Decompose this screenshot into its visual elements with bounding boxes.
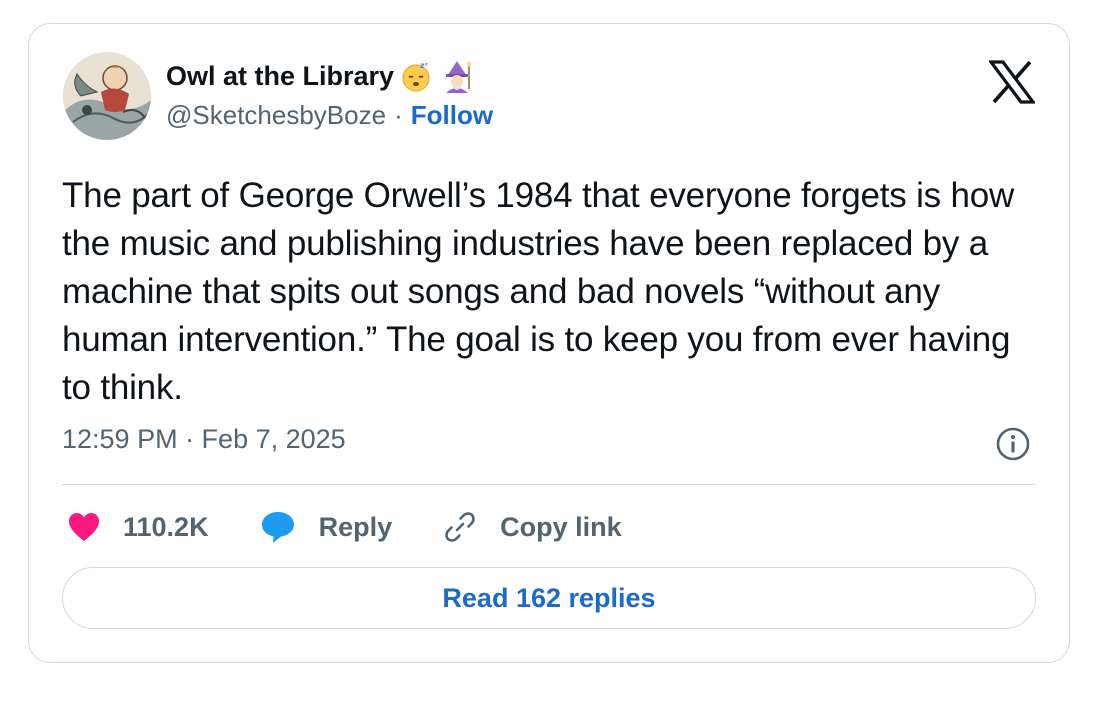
read-replies-button[interactable]: Read 162 replies <box>62 567 1036 629</box>
speech-bubble-icon <box>259 509 297 545</box>
copy-link-label: Copy link <box>500 511 622 542</box>
author-display-name[interactable]: Owl at the Library <box>166 61 394 92</box>
avatar-illustration-icon <box>63 52 151 140</box>
tweet-timestamp[interactable]: 12:59 PM · Feb 7, 2025 <box>62 424 346 455</box>
link-icon <box>442 509 478 545</box>
svg-text:zᶻ: zᶻ <box>420 61 428 70</box>
heart-icon <box>67 511 101 543</box>
tweet-embed-card: Owl at the Library zᶻ @SketchesbyBoze · … <box>28 23 1070 663</box>
info-icon[interactable] <box>995 426 1031 462</box>
sleeping-face-emoji-icon: zᶻ <box>400 59 434 93</box>
woman-mage-emoji-icon <box>440 59 474 93</box>
follow-button[interactable]: Follow <box>411 100 493 131</box>
tweet-text: The part of George Orwell’s 1984 that ev… <box>62 176 1015 407</box>
reply-label: Reply <box>318 511 393 542</box>
like-count: 110.2K <box>123 511 209 542</box>
handle-separator: · <box>394 100 403 130</box>
avatar[interactable] <box>63 52 151 140</box>
author-handle[interactable]: @SketchesbyBoze <box>166 100 386 131</box>
copy-link-button[interactable]: Copy link <box>442 509 622 545</box>
like-button[interactable]: 110.2K <box>67 511 209 543</box>
x-logo-icon[interactable] <box>987 60 1037 104</box>
divider <box>62 484 1036 485</box>
reply-button[interactable]: Reply <box>259 509 393 545</box>
author-handle-row: @SketchesbyBoze · Follow <box>166 100 493 131</box>
action-bar: 110.2K Reply Copy link <box>67 504 672 550</box>
author-name-row[interactable]: Owl at the Library zᶻ <box>166 56 474 96</box>
